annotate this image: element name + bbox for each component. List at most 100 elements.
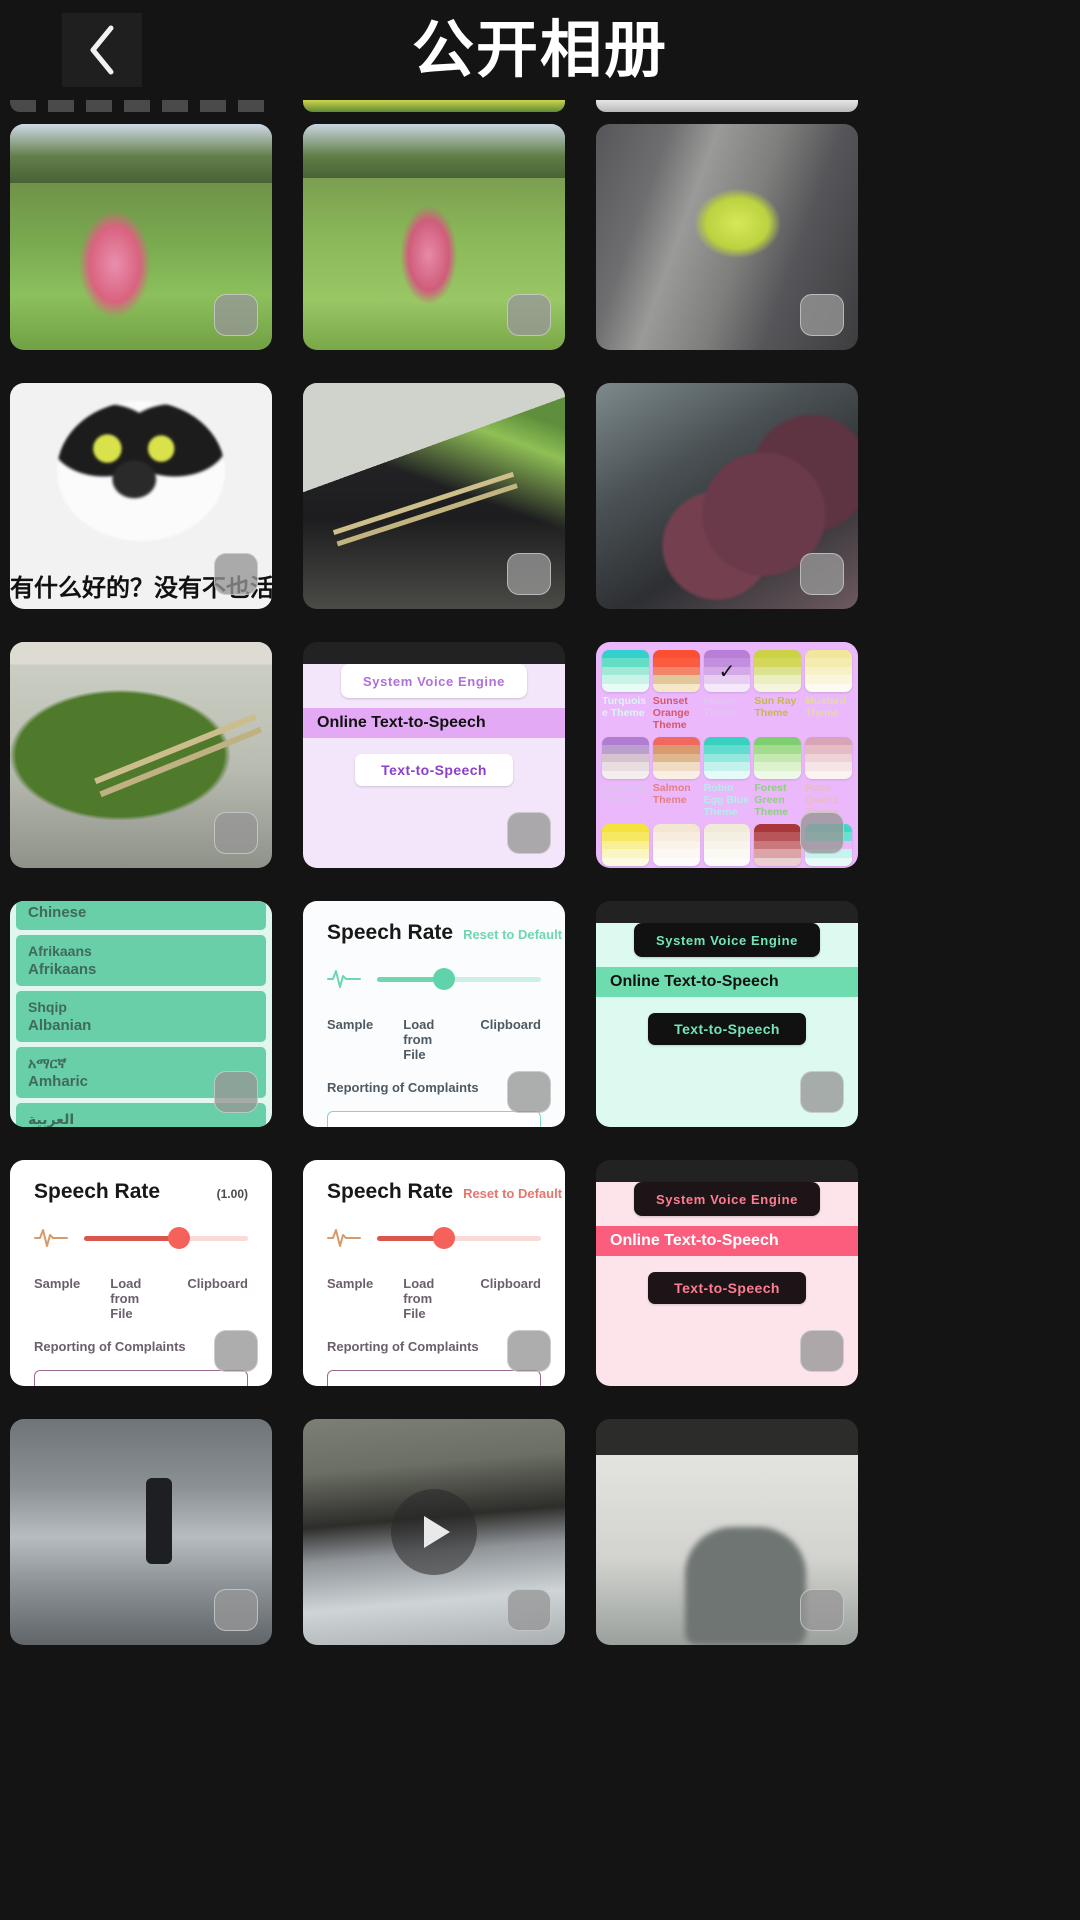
speech-text-input[interactable]: what is color <box>327 1111 541 1127</box>
theme-swatch[interactable] <box>754 824 802 866</box>
theme-option[interactable]: Sun Ray Theme <box>754 650 802 731</box>
grid-item-tts-pink[interactable]: System Voice Engine Online Text-to-Speec… <box>596 1160 858 1386</box>
peek-cell-1 <box>10 100 272 112</box>
grid-item-tts-mint[interactable]: System Voice Engine Online Text-to-Speec… <box>596 901 858 1127</box>
grid-item-greens-plate[interactable] <box>10 642 272 868</box>
text-to-speech-button[interactable]: Text-to-Speech <box>648 1013 806 1045</box>
theme-swatch[interactable] <box>652 737 700 779</box>
waveform-icon <box>327 967 361 991</box>
grid-item-speech-rate-mint[interactable]: Speech Rate Reset to Default (1.00) (1.4… <box>303 901 565 1127</box>
theme-option[interactable]: Turquoise Theme <box>602 650 649 731</box>
speech-rate-slider[interactable] <box>377 1227 541 1249</box>
speech-rate-action-sample[interactable]: Sample <box>327 1276 373 1321</box>
theme-swatch[interactable] <box>602 824 649 866</box>
theme-swatch[interactable] <box>805 650 852 692</box>
select-badge[interactable] <box>800 1589 844 1631</box>
theme-swatch[interactable]: ✓ <box>703 650 751 692</box>
speech-rate-action-load-from-file[interactable]: Load from File <box>110 1276 157 1321</box>
language-list-item[interactable]: Afrikaans Afrikaans <box>16 935 266 986</box>
select-badge[interactable] <box>507 294 551 336</box>
language-list-item[interactable]: Shqip Albanian <box>16 991 266 1042</box>
select-badge[interactable] <box>507 1330 551 1372</box>
theme-option[interactable]: Robin Egg Blue Theme <box>703 737 751 818</box>
theme-option[interactable]: Salmon Theme <box>652 737 700 818</box>
select-badge[interactable] <box>507 553 551 595</box>
theme-option[interactable]: Mustard Theme <box>805 650 852 731</box>
select-badge[interactable] <box>214 812 258 854</box>
grid-item-park-selfie-1[interactable] <box>10 124 272 350</box>
voice-engine-pill[interactable]: System Voice Engine <box>634 1182 820 1216</box>
speech-rate-action-clipboard[interactable]: Clipboard <box>480 1276 541 1321</box>
text-to-speech-button[interactable]: Text-to-Speech <box>355 754 513 786</box>
voice-engine-label: System Voice Engine <box>363 673 505 689</box>
reset-to-default-button[interactable]: Reset to Default (1.00) <box>463 927 565 942</box>
theme-option[interactable]: Brick Theme <box>754 824 802 868</box>
speech-rate-action-clipboard[interactable]: Clipboard <box>187 1276 248 1321</box>
select-badge[interactable] <box>214 1330 258 1372</box>
theme-option[interactable]: ✓ Mauve Theme <box>703 650 751 731</box>
theme-swatch[interactable] <box>703 737 751 779</box>
grid-item-panda-meme[interactable]: 有什么好的？没有不也活着？ <box>10 383 272 609</box>
online-tts-section[interactable]: Online Text-to-Speech <box>303 708 565 738</box>
speech-rate-value: (1.00) <box>216 1187 248 1201</box>
speech-rate-action-clipboard[interactable]: Clipboard <box>480 1017 541 1062</box>
speech-rate-slider[interactable] <box>377 968 541 990</box>
theme-swatch[interactable] <box>602 737 649 779</box>
theme-swatch[interactable] <box>652 824 700 866</box>
online-tts-section[interactable]: Online Text-to-Speech <box>596 967 858 997</box>
grid-item-tarp-video[interactable] <box>303 1419 565 1645</box>
select-badge[interactable] <box>507 1071 551 1113</box>
select-badge[interactable] <box>800 1071 844 1113</box>
speech-rate-action-load-from-file[interactable]: Load from File <box>403 1276 450 1321</box>
online-tts-section[interactable]: Online Text-to-Speech <box>596 1226 858 1256</box>
theme-option[interactable]: Ivory Theme <box>703 824 751 868</box>
theme-option[interactable]: Sunset Orange Theme <box>652 650 700 731</box>
play-icon[interactable] <box>391 1489 477 1575</box>
text-to-speech-button[interactable]: Text-to-Speech <box>648 1272 806 1304</box>
grid-item-theme-palette[interactable]: Turquoise Theme Sunset Orange Theme ✓ Mauve… <box>596 642 858 868</box>
grid-item-subway-platform[interactable] <box>10 1419 272 1645</box>
theme-swatch[interactable] <box>652 650 700 692</box>
voice-engine-pill[interactable]: System Voice Engine <box>341 664 527 698</box>
grid-item-keyboard-greens[interactable] <box>303 383 565 609</box>
select-badge[interactable] <box>214 294 258 336</box>
select-badge[interactable] <box>800 553 844 595</box>
grid-item-language-list[interactable]: Chinese Afrikaans Afrikaans Shqip Albanian አ… <box>10 901 272 1127</box>
voice-engine-pill[interactable]: System Voice Engine <box>634 923 820 957</box>
theme-swatch[interactable] <box>602 650 649 692</box>
grid-item-plastic-bag[interactable] <box>596 124 858 350</box>
theme-option[interactable]: Lavender Theme <box>602 737 649 818</box>
language-header-row[interactable]: Chinese <box>16 901 266 930</box>
select-badge[interactable] <box>800 294 844 336</box>
select-badge[interactable] <box>214 1589 258 1631</box>
theme-swatch[interactable] <box>703 824 751 866</box>
select-badge[interactable] <box>507 812 551 854</box>
grid-item-speech-rate-pink-b[interactable]: Speech Rate Reset to Default (1.00) (1.4… <box>303 1160 565 1386</box>
theme-option[interactable]: Cream Theme <box>652 824 700 868</box>
speech-text-input[interactable]: hello boy <box>327 1370 541 1386</box>
theme-name-label: Salmon Theme <box>652 782 691 806</box>
speech-rate-action-load-from-file[interactable]: Load from File <box>403 1017 450 1062</box>
speech-rate-action-sample[interactable]: Sample <box>34 1276 80 1321</box>
theme-swatch[interactable] <box>754 737 802 779</box>
grid-item-speech-rate-pink-a[interactable]: Speech Rate (1.00) Sample Load from File C… <box>10 1160 272 1386</box>
speech-text-input[interactable]: where you <box>34 1370 248 1386</box>
grid-item-shadow-tarp[interactable] <box>596 1419 858 1645</box>
speech-rate-action-sample[interactable]: Sample <box>327 1017 373 1062</box>
theme-option[interactable]: Rose Quartz Theme <box>805 737 852 818</box>
grid-item-grapes[interactable] <box>596 383 858 609</box>
theme-option[interactable]: Lemon Theme <box>602 824 649 868</box>
speech-rate-slider[interactable] <box>84 1227 248 1249</box>
grid-item-park-selfie-2[interactable] <box>303 124 565 350</box>
theme-swatch[interactable] <box>805 737 852 779</box>
select-badge[interactable] <box>214 1071 258 1113</box>
reset-to-default-button[interactable]: Reset to Default (1.00) <box>463 1186 565 1201</box>
back-button[interactable] <box>62 13 142 87</box>
theme-option[interactable]: Forest Green Theme <box>754 737 802 818</box>
theme-swatch[interactable] <box>754 650 802 692</box>
select-badge[interactable] <box>800 1330 844 1372</box>
select-badge[interactable] <box>214 553 258 595</box>
grid-item-tts-lavender[interactable]: System Voice Engine Online Text-to-Speec… <box>303 642 565 868</box>
select-badge[interactable] <box>800 812 844 854</box>
select-badge[interactable] <box>507 1589 551 1631</box>
